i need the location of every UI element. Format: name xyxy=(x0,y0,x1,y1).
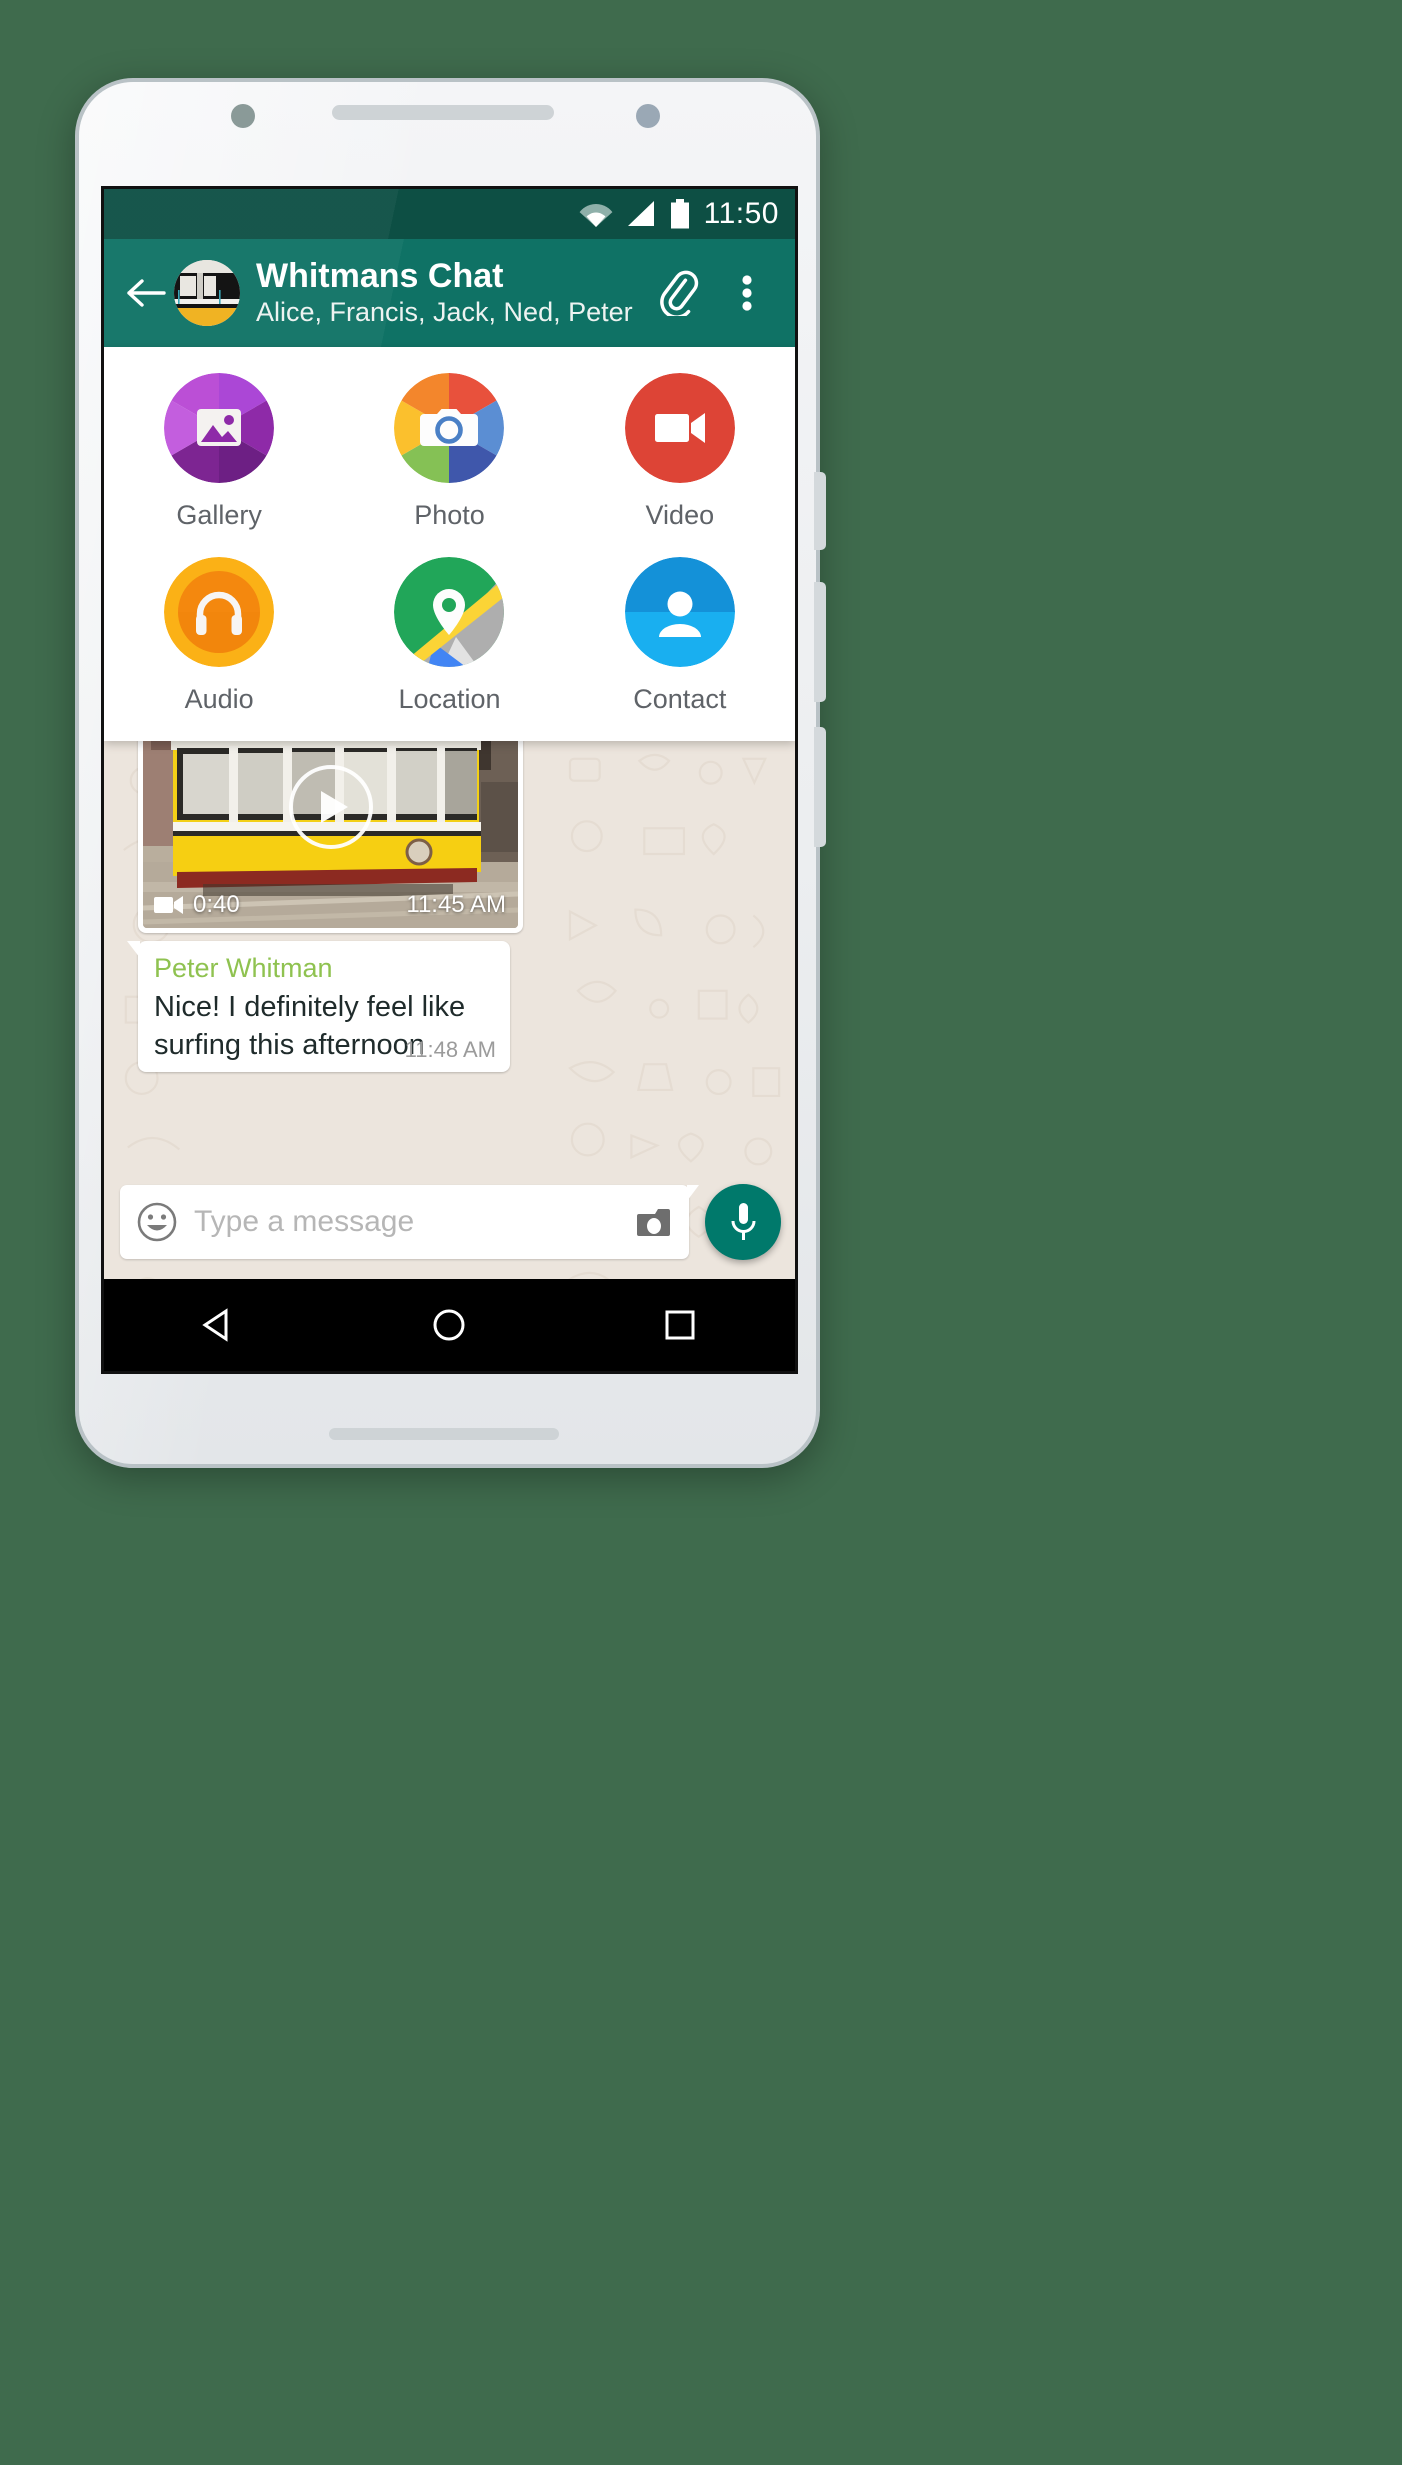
video-thumbnail: 0:40 11:45 AM xyxy=(143,741,518,928)
microphone-icon xyxy=(731,1203,756,1240)
android-navigation-bar xyxy=(104,1279,795,1371)
tram-avatar-image xyxy=(174,260,240,326)
attachment-item-photo[interactable]: Photo xyxy=(334,373,564,531)
attach-button[interactable] xyxy=(651,267,703,319)
video-message-bubble[interactable]: 0:40 11:45 AM xyxy=(138,741,523,933)
mic-button[interactable] xyxy=(705,1184,781,1260)
video-camera-icon xyxy=(154,896,183,914)
attachment-row-1: Gallery Photo Video xyxy=(104,373,795,531)
text-message-bubble[interactable]: Peter Whitman Nice! I definitely feel li… xyxy=(127,941,510,1073)
status-bar-clock: 11:50 xyxy=(703,197,779,230)
attachment-item-location[interactable]: Location xyxy=(334,557,564,715)
overflow-menu-button[interactable] xyxy=(721,267,773,319)
camera-icon[interactable] xyxy=(637,1206,675,1239)
headphones-icon xyxy=(164,557,275,667)
attachment-item-audio[interactable]: Audio xyxy=(104,557,334,715)
composer-bar: Type a message xyxy=(104,1175,795,1279)
attachment-label: Video xyxy=(645,500,715,530)
status-bar: 11:50 xyxy=(104,189,795,239)
front-camera xyxy=(231,104,255,128)
nav-home-icon xyxy=(433,1309,465,1341)
back-arrow-icon xyxy=(127,279,166,307)
nav-back-button[interactable] xyxy=(184,1290,254,1360)
phone-screen: 11:50 Whitmans Chat Alice, Francis, Jack… xyxy=(101,186,798,1374)
chat-titles: Whitmans Chat Alice, Francis, Jack, Ned,… xyxy=(256,257,651,328)
bottom-speaker xyxy=(329,1428,559,1440)
attachment-label: Photo xyxy=(414,500,485,530)
paperclip-icon xyxy=(660,270,699,316)
video-duration-text: 0:40 xyxy=(193,891,240,918)
nav-home-button[interactable] xyxy=(414,1290,484,1360)
nav-recents-icon xyxy=(665,1310,695,1340)
attachment-row-2: Audio Location Contact xyxy=(104,557,795,715)
message-sender: Peter Whitman xyxy=(154,953,333,983)
proximity-sensor xyxy=(636,104,660,128)
location-icon xyxy=(394,557,505,667)
chat-participants: Alice, Francis, Jack, Ned, Peter xyxy=(256,297,633,328)
wifi-icon xyxy=(579,204,613,227)
avatar[interactable] xyxy=(174,260,240,326)
video-timestamp: 11:45 AM xyxy=(406,891,506,918)
page-title: Whitmans Chat xyxy=(256,257,504,296)
attachment-item-gallery[interactable]: Gallery xyxy=(104,373,334,531)
side-button-power[interactable] xyxy=(814,472,826,550)
play-button[interactable] xyxy=(288,765,373,849)
video-icon xyxy=(624,373,735,483)
overflow-menu-icon xyxy=(742,275,752,311)
side-button-volume-down[interactable] xyxy=(814,727,826,847)
contact-icon xyxy=(624,557,735,667)
chat-area[interactable]: 0:40 11:45 AM Peter Whitman Nice! I defi… xyxy=(104,741,795,1279)
back-button[interactable] xyxy=(122,269,170,317)
nav-back-icon xyxy=(202,1308,228,1342)
side-button-volume-up[interactable] xyxy=(814,582,826,702)
signal-icon xyxy=(627,201,654,226)
video-duration: 0:40 xyxy=(154,891,240,919)
status-bar-gloss xyxy=(104,189,795,239)
gallery-icon xyxy=(164,373,275,483)
attachment-item-contact[interactable]: Contact xyxy=(565,557,795,715)
phone-device: 11:50 Whitmans Chat Alice, Francis, Jack… xyxy=(75,78,826,1468)
attachment-label: Location xyxy=(398,684,501,714)
message-input-placeholder[interactable]: Type a message xyxy=(194,1205,637,1239)
app-bar: Whitmans Chat Alice, Francis, Jack, Ned,… xyxy=(104,239,795,347)
emoji-icon[interactable] xyxy=(136,1201,178,1243)
attachment-item-video[interactable]: Video xyxy=(565,373,795,531)
attachment-label: Audio xyxy=(184,684,254,714)
camera-icon xyxy=(394,373,505,483)
attachment-label: Contact xyxy=(633,684,727,714)
attachment-label: Gallery xyxy=(176,500,262,530)
play-triangle-icon xyxy=(320,791,348,823)
attachment-panel: Gallery Photo Video Audio Location Conta… xyxy=(104,347,795,741)
earpiece-speaker xyxy=(332,105,554,120)
nav-recents-button[interactable] xyxy=(645,1290,715,1360)
battery-icon xyxy=(670,199,689,229)
message-input-container[interactable]: Type a message xyxy=(120,1185,699,1259)
